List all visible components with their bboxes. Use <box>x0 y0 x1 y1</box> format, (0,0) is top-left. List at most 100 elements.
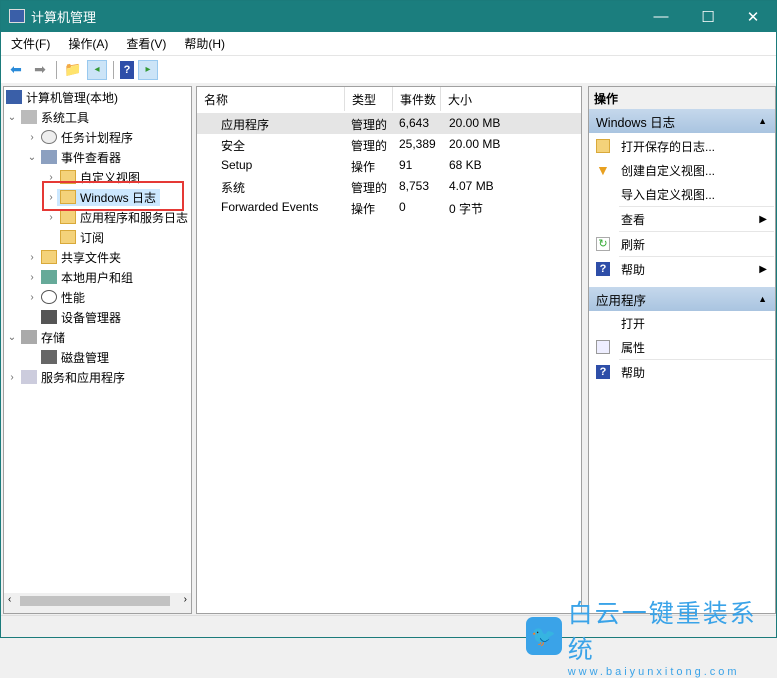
table-cell: 6,643 <box>399 116 430 130</box>
table-cell: Setup <box>221 158 253 172</box>
help-icon: ? <box>596 262 610 276</box>
action-refresh[interactable]: ↻ 刷新 <box>589 232 775 256</box>
help-icon: ? <box>596 365 610 379</box>
window: 计算机管理 — ☐ ✕ 文件(F) 操作(A) 查看(V) 帮助(H) ⬅ ➡ … <box>0 0 777 678</box>
action-open-saved-log[interactable]: 打开保存的日志... <box>589 134 775 158</box>
menu-action[interactable]: 操作(A) <box>58 35 116 52</box>
table-row[interactable]: 系统 管理的 8,753 4.07 MB <box>197 176 581 197</box>
device-icon <box>41 310 57 324</box>
open-folder-icon <box>596 139 610 153</box>
storage-icon <box>21 330 37 344</box>
column-type[interactable]: 类型 <box>345 87 393 111</box>
separator <box>113 60 114 79</box>
table-row[interactable]: 安全 管理的 25,389 20.00 MB <box>197 134 581 155</box>
event-viewer-icon <box>41 150 57 164</box>
table-cell: 4.07 MB <box>449 179 494 193</box>
menu-file[interactable]: 文件(F) <box>1 35 58 52</box>
column-count[interactable]: 事件数 <box>393 87 441 111</box>
action-help-app[interactable]: ? 帮助 <box>589 360 775 384</box>
table-cell: 0 字节 <box>449 202 484 216</box>
menu-help[interactable]: 帮助(H) <box>174 35 233 52</box>
action-properties[interactable]: 属性 <box>589 335 775 359</box>
submenu-arrow-icon: ▶ <box>759 213 767 225</box>
action-open[interactable]: 打开 <box>589 311 775 335</box>
table-cell: 0 <box>399 200 406 214</box>
table-cell: 91 <box>399 158 413 172</box>
highlight-box <box>42 181 184 211</box>
show-hide-action-pane-icon[interactable]: ▸ <box>138 59 158 80</box>
submenu-arrow-icon: ▶ <box>759 263 767 275</box>
up-folder-icon[interactable]: 📁 <box>63 60 83 80</box>
clock-icon <box>41 130 57 144</box>
tree-item-event-viewer[interactable]: ⌄ 事件查看器 <box>26 147 121 167</box>
subscription-icon <box>60 230 76 244</box>
column-size[interactable]: 大小 <box>441 87 581 111</box>
table-cell: 25,389 <box>399 137 436 151</box>
collapse-icon[interactable]: ▲ <box>758 116 767 126</box>
tree-item-subscriptions[interactable]: 订阅 <box>57 227 104 247</box>
window-title: 计算机管理 <box>31 10 97 25</box>
tree-item-system-tools[interactable]: ⌄ 系统工具 <box>6 107 89 127</box>
tree-item-performance[interactable]: › 性能 <box>26 287 85 307</box>
tree-item-task-scheduler[interactable]: › 任务计划程序 <box>26 127 133 147</box>
separator <box>56 60 57 79</box>
tree-item-shared-folders[interactable]: › 共享文件夹 <box>26 247 121 267</box>
table-cell: 20.00 MB <box>449 116 501 130</box>
minimize-button[interactable]: — <box>638 1 684 32</box>
table-cell: 20.00 MB <box>449 137 501 151</box>
menu-view[interactable]: 查看(V) <box>116 35 174 52</box>
bird-logo-icon: 🐦 <box>526 617 562 655</box>
tree-item-device-manager[interactable]: 设备管理器 <box>38 307 121 327</box>
section-application[interactable]: 应用程序 ▲ <box>589 287 775 311</box>
users-icon <box>41 270 57 284</box>
table-cell: 管理的 <box>351 118 388 132</box>
horizontal-scrollbar[interactable]: ‹ › <box>4 593 191 613</box>
section-windows-logs[interactable]: Windows 日志 ▲ <box>589 109 775 133</box>
toolbar: ⬅ ➡ 📁 ◂ ? ▸ <box>1 55 776 83</box>
log-list: 名称 类型 事件数 大小 应用程序 管理的 6,643 20.00 MB 安全 管理的 25… <box>196 86 582 614</box>
tree-item-services-apps[interactable]: › 服务和应用程序 <box>6 367 125 387</box>
tree-item-storage[interactable]: ⌄ 存储 <box>6 327 65 347</box>
show-hide-tree-icon[interactable]: ◂ <box>87 59 107 80</box>
close-button[interactable]: ✕ <box>730 1 776 32</box>
maximize-button[interactable]: ☐ <box>685 1 731 32</box>
title-bar: 计算机管理 — ☐ ✕ <box>1 1 776 32</box>
watermark: 🐦 白云一键重装系统 www.baiyunxitong.com <box>526 594 776 678</box>
forward-icon[interactable]: ➡ <box>30 60 50 80</box>
performance-icon <box>41 290 57 304</box>
table-cell: Forwarded Events <box>221 200 319 214</box>
table-cell: 安全 <box>221 139 246 153</box>
shared-folder-icon <box>41 250 57 264</box>
actions-pane: 操作 Windows 日志 ▲ 打开保存的日志... ▼ 创建自定义视图... 导入… <box>588 86 776 614</box>
filter-icon: ▼ <box>596 162 610 178</box>
table-cell: 操作 <box>351 202 376 216</box>
tree-item-local-users[interactable]: › 本地用户和组 <box>26 267 133 287</box>
action-import-custom-view[interactable]: 导入自定义视图... <box>589 182 775 206</box>
table-cell: 系统 <box>221 181 246 195</box>
collapse-icon[interactable]: ▲ <box>758 294 767 304</box>
navigation-tree: 计算机管理(本地) ⌄ 系统工具 › 任务计划程序 ⌄ 事件查看器 › 自定义视图 › W… <box>3 86 192 614</box>
table-cell: 操作 <box>351 160 376 174</box>
services-icon <box>21 370 37 384</box>
table-row[interactable]: Setup 操作 91 68 KB <box>197 155 581 176</box>
back-icon[interactable]: ⬅ <box>6 60 26 80</box>
action-help[interactable]: ? 帮助 ▶ <box>589 257 775 281</box>
actions-header: 操作 <box>589 87 775 109</box>
folder-icon <box>60 210 76 224</box>
action-view[interactable]: 查看 ▶ <box>589 207 775 231</box>
tree-item-disk-management[interactable]: 磁盘管理 <box>38 347 109 367</box>
table-cell: 68 KB <box>449 158 482 172</box>
action-create-custom-view[interactable]: ▼ 创建自定义视图... <box>589 158 775 182</box>
computer-icon <box>6 90 22 104</box>
computer-management-icon <box>9 9 25 23</box>
menu-bar: 文件(F) 操作(A) 查看(V) 帮助(H) <box>1 32 776 55</box>
column-name[interactable]: 名称 <box>197 87 345 111</box>
table-cell: 管理的 <box>351 139 388 153</box>
table-row[interactable]: 应用程序 管理的 6,643 20.00 MB <box>197 113 581 134</box>
tree-item-root[interactable]: 计算机管理(本地) <box>6 87 118 107</box>
tools-icon <box>21 110 37 124</box>
disk-icon <box>41 350 57 364</box>
help-icon[interactable]: ? <box>120 60 134 79</box>
properties-icon <box>596 340 610 354</box>
table-row[interactable]: Forwarded Events 操作 0 0 字节 <box>197 197 581 218</box>
